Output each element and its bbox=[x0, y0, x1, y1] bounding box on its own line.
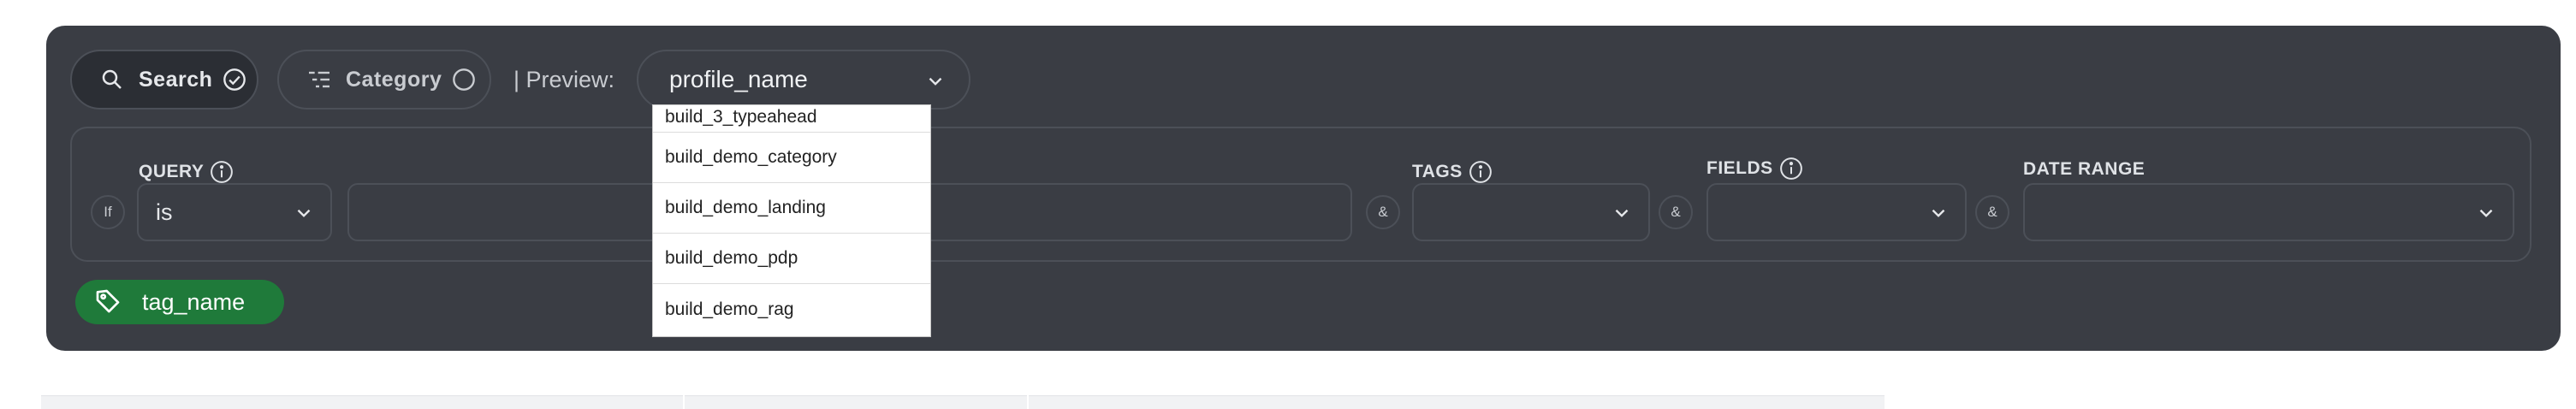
query-heading: QUERY bbox=[139, 159, 234, 185]
filter-panel: Search Category | Preview: profile_name … bbox=[46, 26, 2561, 351]
chevron-down-icon bbox=[293, 202, 315, 224]
date-range-heading-text: DATE RANGE bbox=[2023, 159, 2146, 179]
search-icon bbox=[98, 65, 127, 94]
chevron-down-icon bbox=[1927, 202, 1950, 224]
dropdown-option[interactable]: build_demo_landing bbox=[653, 183, 930, 234]
operator-value: is bbox=[156, 199, 173, 225]
query-builder: QUERY TAGS FIELDS DATE RANGE If is & & & bbox=[70, 127, 2531, 262]
info-icon[interactable] bbox=[1468, 159, 1493, 185]
operator-select[interactable]: is bbox=[137, 183, 332, 241]
background-fragment bbox=[1029, 395, 1885, 409]
check-circle-icon bbox=[223, 68, 246, 92]
background-fragment bbox=[685, 395, 1027, 409]
and-operator: & bbox=[1659, 195, 1693, 229]
tag-chip[interactable]: tag_name bbox=[75, 280, 284, 324]
preview-label: | Preview: bbox=[513, 67, 615, 92]
empty-circle-icon bbox=[452, 68, 476, 92]
dropdown-option[interactable]: build_demo_category bbox=[653, 133, 930, 183]
and-operator: & bbox=[1975, 195, 2009, 229]
fields-select[interactable] bbox=[1706, 183, 1967, 241]
date-range-heading: DATE RANGE bbox=[2023, 152, 2145, 187]
chevron-down-icon bbox=[924, 70, 947, 92]
if-badge: If bbox=[91, 195, 125, 229]
fields-heading: FIELDS bbox=[1706, 156, 1804, 181]
tags-heading-text: TAGS bbox=[1412, 162, 1463, 181]
background-fragment bbox=[41, 395, 683, 409]
search-mode-label: Search bbox=[139, 67, 213, 92]
tags-heading: TAGS bbox=[1412, 159, 1493, 185]
fields-heading-text: FIELDS bbox=[1706, 158, 1773, 178]
category-mode-label: Category bbox=[346, 67, 442, 92]
search-mode-button[interactable]: Search bbox=[70, 50, 258, 110]
filter-list-icon bbox=[305, 65, 334, 94]
info-icon[interactable] bbox=[1778, 156, 1804, 181]
preview-profile-value: profile_name bbox=[669, 66, 808, 92]
chevron-down-icon bbox=[1611, 202, 1633, 224]
query-heading-text: QUERY bbox=[139, 162, 205, 181]
preview-profile-dropdown[interactable]: build_3_typeahead build_demo_category bu… bbox=[652, 104, 931, 337]
dropdown-option[interactable]: build_3_typeahead bbox=[653, 105, 930, 133]
chevron-down-icon bbox=[2475, 202, 2497, 224]
dropdown-option[interactable]: build_demo_rag bbox=[653, 284, 930, 335]
date-range-select[interactable] bbox=[2023, 183, 2514, 241]
category-mode-button[interactable]: Category bbox=[277, 50, 491, 110]
tag-chip-label: tag_name bbox=[142, 288, 246, 315]
dropdown-option[interactable]: build_demo_pdp bbox=[653, 234, 930, 284]
info-icon[interactable] bbox=[209, 159, 234, 185]
preview-profile-select[interactable]: profile_name bbox=[637, 50, 970, 110]
tags-select[interactable] bbox=[1412, 183, 1650, 241]
and-operator: & bbox=[1366, 195, 1400, 229]
tag-icon bbox=[94, 287, 123, 317]
